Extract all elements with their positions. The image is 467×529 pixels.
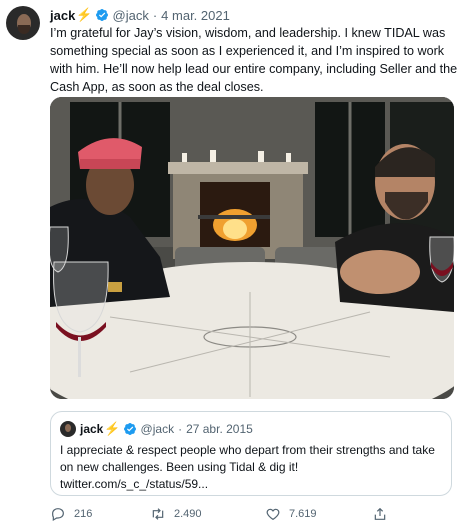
quoted-tweet-text: I appreciate & respect people who depart… [60, 442, 440, 493]
quoted-author-handle: @jack [140, 422, 175, 436]
tweet-date[interactable]: 4 mar. 2021 [161, 8, 230, 23]
verified-badge-icon [123, 423, 136, 435]
like-count: 7.619 [289, 508, 317, 520]
share-icon [374, 507, 386, 520]
tweet[interactable]: jack ⚡ @jack · 4 mar. 2021 I’m grateful … [0, 0, 467, 529]
quoted-tweet-body: I appreciate & respect people who depart… [60, 443, 435, 474]
tweet-photo[interactable] [50, 97, 454, 399]
quoted-tweet-link[interactable]: twitter.com/s_c_/status/59... [60, 477, 208, 491]
like-icon [266, 508, 280, 521]
quoted-author-name: jack [80, 422, 104, 436]
quoted-avatar [60, 421, 76, 437]
quoted-tweet[interactable]: jack ⚡ @jack · 27 abr. 2015 I appreciate… [50, 411, 452, 496]
quoted-separator-dot: · [178, 422, 183, 436]
reply-count: 216 [74, 508, 93, 520]
like-button[interactable]: 7.619 [265, 506, 317, 522]
quoted-tweet-date: 27 abr. 2015 [186, 422, 253, 436]
quoted-tweet-header: jack ⚡ @jack · 27 abr. 2015 [80, 420, 253, 438]
avatar[interactable] [6, 6, 40, 40]
tweet-text: I’m grateful for Jay’s vision, wisdom, a… [50, 26, 458, 94]
tweet-header: jack ⚡ @jack · 4 mar. 2021 [50, 6, 230, 24]
share-button[interactable] [372, 506, 396, 522]
author-emoji: ⚡ [76, 7, 93, 22]
quoted-author-emoji: ⚡ [104, 421, 121, 436]
retweet-button[interactable]: 2.490 [150, 506, 202, 522]
verified-badge-icon [95, 9, 108, 21]
retweet-count: 2.490 [174, 508, 202, 520]
separator-dot: · [152, 7, 158, 23]
reply-icon [52, 508, 64, 522]
author-name[interactable]: jack [50, 8, 75, 23]
tweet-actions: 216 2.490 7.619 [50, 506, 454, 526]
photo-illustration [50, 97, 454, 399]
author-handle[interactable]: @jack [113, 8, 149, 23]
reply-button[interactable]: 216 [50, 506, 92, 522]
retweet-icon [152, 508, 164, 520]
